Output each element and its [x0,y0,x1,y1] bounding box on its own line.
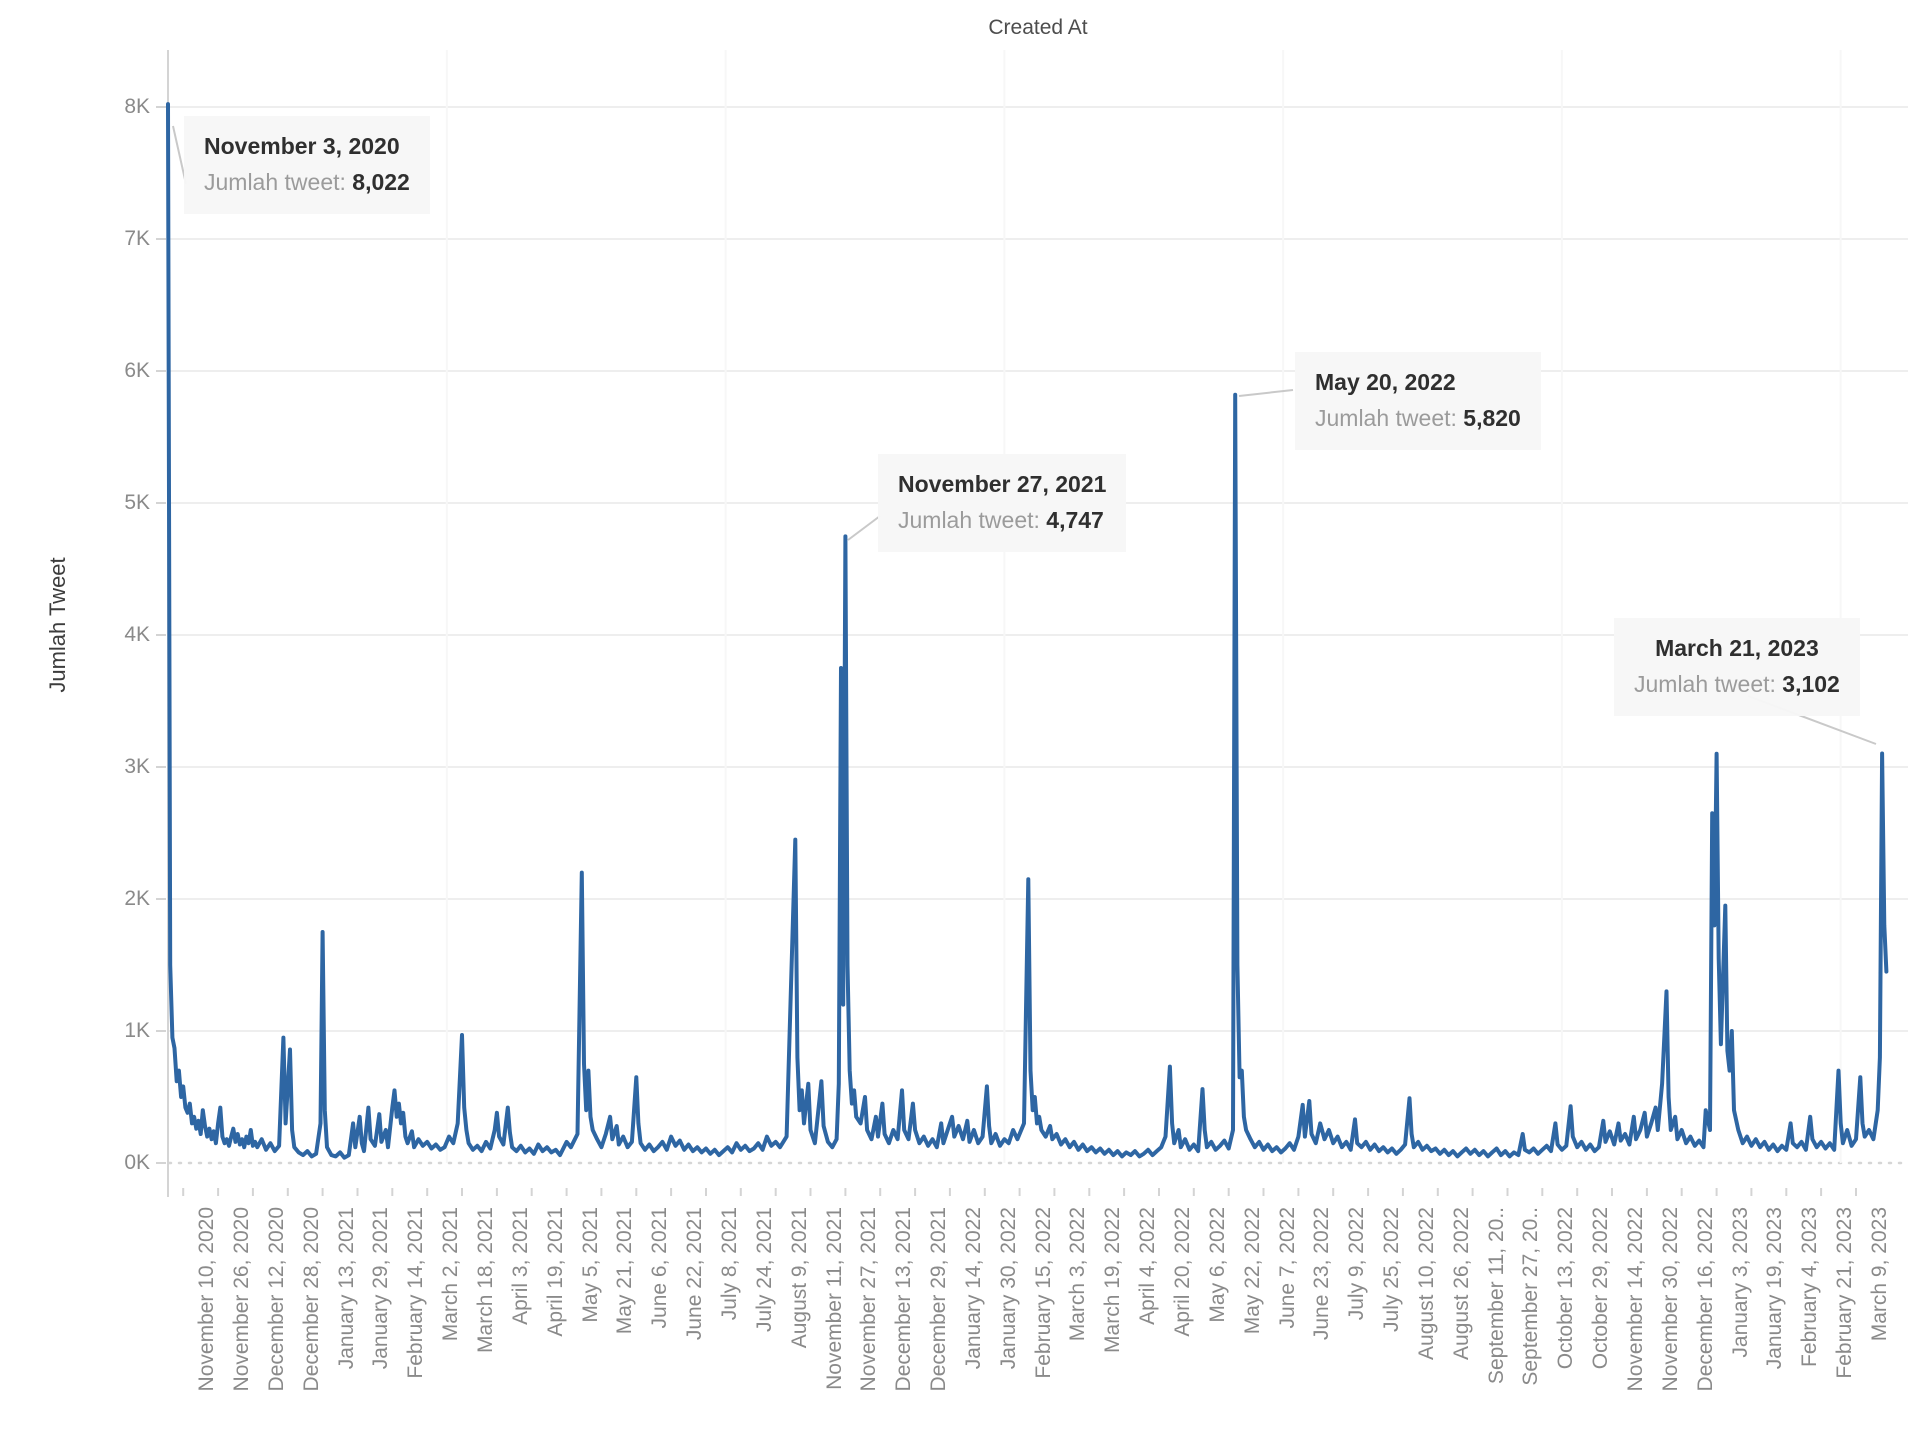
y-tick-label: 2K [88,886,150,912]
annotation-value: 4,747 [1046,507,1104,533]
annotation-value-line: Jumlah tweet: 5,820 [1315,400,1521,436]
x-tick-label: January 30, 2022 [997,1207,1021,1369]
x-tick-label: November 11, 2021 [823,1207,847,1390]
x-tick-label: October 13, 2022 [1554,1207,1578,1369]
x-tick-label: January 29, 2021 [369,1207,393,1369]
chart-title: Created At [168,16,1908,40]
annotation-value-line: Jumlah tweet: 4,747 [898,502,1106,538]
x-tick-label: February 14, 2021 [404,1207,428,1379]
x-tick-label: December 12, 2020 [265,1207,289,1391]
x-tick-label: July 25, 2022 [1380,1207,1404,1332]
annotation-date: May 20, 2022 [1315,364,1521,400]
x-tick-label: December 28, 2020 [300,1207,324,1391]
x-tick-label: November 14, 2022 [1624,1207,1648,1391]
x-tick-label: March 18, 2021 [474,1207,498,1353]
y-tick-label: 4K [88,622,150,648]
x-tick-label: November 26, 2020 [230,1207,254,1391]
y-tick-label: 6K [88,358,150,384]
annotation-value-line: Jumlah tweet: 3,102 [1634,666,1840,702]
x-tick-label: May 22, 2022 [1241,1207,1265,1334]
annotation-box[interactable]: May 20, 2022Jumlah tweet: 5,820 [1295,352,1541,450]
annotation-label: Jumlah tweet: [1315,405,1457,431]
annotation-label: Jumlah tweet: [898,507,1040,533]
annotation-date: March 21, 2023 [1634,630,1840,666]
x-tick-label: June 7, 2022 [1276,1207,1300,1328]
annotation-label: Jumlah tweet: [204,169,346,195]
annotation-box[interactable]: November 27, 2021Jumlah tweet: 4,747 [878,454,1126,552]
x-tick-label: March 3, 2022 [1066,1207,1090,1341]
annotation-value: 8,022 [352,169,410,195]
x-tick-label: June 6, 2021 [648,1207,672,1328]
annotation-box[interactable]: March 21, 2023Jumlah tweet: 3,102 [1614,618,1860,716]
x-tick-label: March 9, 2023 [1868,1207,1892,1341]
x-tick-label: August 9, 2021 [788,1207,812,1348]
x-tick-label: June 23, 2022 [1310,1207,1334,1340]
annotation-box[interactable]: November 3, 2020Jumlah tweet: 8,022 [184,116,430,214]
x-tick-label: December 13, 2021 [892,1207,916,1391]
x-tick-label: March 19, 2022 [1101,1207,1125,1353]
x-tick-label: July 24, 2021 [753,1207,777,1332]
x-tick-label: October 29, 2022 [1589,1207,1613,1369]
annotation-leader-line [1239,390,1293,396]
x-tick-label: May 6, 2022 [1206,1207,1230,1323]
annotation-date: November 3, 2020 [204,128,410,164]
y-tick-label: 0K [88,1150,150,1176]
x-tick-label: November 27, 2021 [857,1207,881,1391]
y-tick-label: 5K [88,490,150,516]
x-tick-label: April 3, 2021 [509,1207,533,1325]
annotation-value-line: Jumlah tweet: 8,022 [204,164,410,200]
x-tick-label: September 27, 20.. [1519,1207,1543,1386]
y-tick-label: 7K [88,226,150,252]
x-tick-label: July 8, 2021 [718,1207,742,1320]
y-tick-label: 1K [88,1018,150,1044]
x-tick-label: November 30, 2022 [1659,1207,1683,1391]
x-tick-label: March 2, 2021 [439,1207,463,1341]
x-tick-label: January 19, 2023 [1763,1207,1787,1369]
annotation-value: 5,820 [1463,405,1521,431]
y-axis-title: Jumlah Tweet [45,515,71,735]
annotation-date: November 27, 2021 [898,466,1106,502]
tableau-line-chart: Created At Jumlah Tweet 0K 1K 2K 3K 4K 5K 6K 7K… [0,0,1920,1451]
annotation-leader-line [848,516,880,540]
x-tick-label: January 3, 2023 [1729,1207,1753,1358]
y-tick-label: 3K [88,754,150,780]
x-tick-label: November 10, 2020 [195,1207,219,1391]
x-tick-label: February 21, 2023 [1833,1207,1857,1379]
x-tick-label: April 20, 2022 [1171,1207,1195,1337]
x-tick-label: April 19, 2021 [544,1207,568,1337]
x-tick-label: February 15, 2022 [1032,1207,1056,1379]
y-tick-label: 8K [88,94,150,120]
x-tick-label: August 10, 2022 [1415,1207,1439,1360]
x-tick-label: May 21, 2021 [613,1207,637,1334]
x-tick-label: January 14, 2022 [962,1207,986,1369]
x-tick-label: June 22, 2021 [683,1207,707,1340]
x-tick-label: December 29, 2021 [927,1207,951,1391]
x-tick-label: February 4, 2023 [1798,1207,1822,1367]
annotation-label: Jumlah tweet: [1634,671,1776,697]
x-tick-label: August 26, 2022 [1450,1207,1474,1360]
x-tick-label: July 9, 2022 [1345,1207,1369,1320]
x-tick-label: May 5, 2021 [579,1207,603,1323]
x-tick-label: December 16, 2022 [1694,1207,1718,1391]
x-tick-label: April 4, 2022 [1136,1207,1160,1325]
annotation-value: 3,102 [1782,671,1840,697]
x-tick-label: September 11, 20.. [1485,1207,1509,1384]
x-tick-label: January 13, 2021 [335,1207,359,1369]
